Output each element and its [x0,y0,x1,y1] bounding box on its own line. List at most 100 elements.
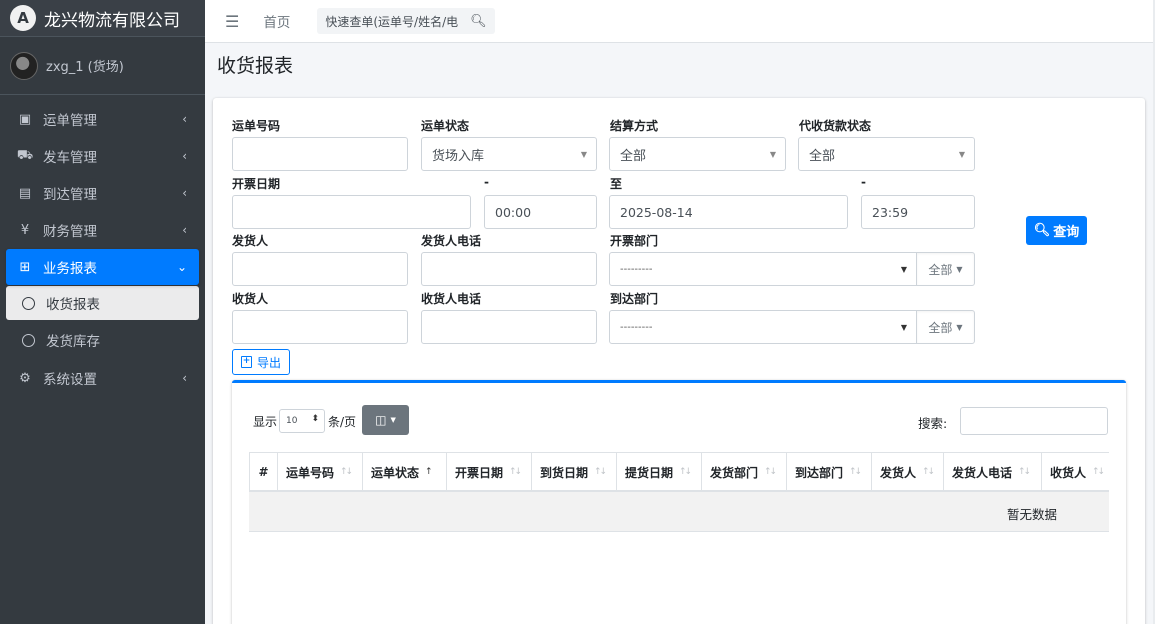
sidebar-item-finance[interactable]: ¥ 财务管理 ‹ [6,212,199,248]
sidebar-item-label: 收货报表 [46,297,100,313]
column-header[interactable]: # [249,453,278,491]
query-button[interactable]: 🔍︎ 查询 [1026,216,1087,245]
quick-search-input[interactable]: 快速查单(运单号/姓名/电 [325,13,458,30]
caret-down-icon: ▼ [390,416,396,424]
waybill-status-value: 货场入库 [432,148,485,164]
sort-icon: ↑↓ [679,467,692,477]
column-header-label: 到达部门 [795,465,844,480]
receiver-label: 收货人 [232,292,269,306]
page-title: 收货报表 [217,55,294,77]
caret-down-icon: ▼ [580,150,587,159]
invoice-start-date-input[interactable] [232,195,471,229]
dolly-icon: ▤ [18,185,32,201]
caret-down-icon: ▼ [956,322,963,332]
sort-icon: ↑↓ [1018,467,1031,477]
date-to-label: 至 [610,177,623,191]
sidebar-item-label: 运单管理 [43,113,97,129]
arrival-dept-all-dropdown[interactable]: 全部 ▼ [916,310,975,344]
sidebar-item-label: 到达管理 [43,187,97,203]
column-visibility-button[interactable]: ◫ ▼ [362,405,409,435]
arrival-dept-select[interactable]: --------- ▼ [609,310,917,344]
sidebar-item-label: 发车管理 [43,150,97,166]
caret-down-icon: ▼ [900,265,907,274]
sidebar-item-waybill[interactable]: ▣ 运单管理 ‹ [6,101,199,137]
column-header[interactable]: 发货人 ↑↓ [872,453,944,491]
sidebar-item-departure[interactable]: ⛟ 发车管理 ‹ [6,138,199,174]
invoice-date-label: 开票日期 [232,177,281,191]
brand[interactable]: A 龙兴物流有限公司 [0,0,205,37]
waybill-no-input[interactable] [232,137,408,171]
date-dash-label: - [484,175,489,189]
sort-icon: ↑↓ [764,467,777,477]
up-down-icon: ⬍ [311,414,319,424]
arrival-dept-label: 到达部门 [610,292,659,306]
menu-toggle-icon[interactable]: ☰ [225,12,239,31]
settlement-select[interactable]: 全部 ▼ [609,137,786,171]
caret-down-icon: ▼ [958,150,965,159]
waybill-status-select[interactable]: 货场入库 ▼ [421,137,597,171]
circle-icon [22,296,35,310]
column-header[interactable]: 开票日期 ↑↓ [447,453,532,491]
sidebar-subitem-receipt-report[interactable]: 收货报表 [6,286,199,320]
invoice-dept-select[interactable]: --------- ▼ [609,252,917,286]
nav-home-link[interactable]: 首页 [263,11,290,31]
user-panel[interactable]: zxg_1 (货场) [0,37,205,95]
sidebar-item-settings[interactable]: ⚙ 系统设置 ‹ [6,360,199,396]
invoice-dept-all-dropdown[interactable]: 全部 ▼ [916,252,975,286]
table-header: # 运单号码 ↑↓ 运单状态 ↑ 开票日期 ↑↓ 到货日期 ↑↓ 提货日期 ↑↓ 发货部门… [249,452,1109,492]
sort-icon: ↑↓ [922,467,935,477]
caret-down-icon: ▼ [900,323,907,332]
column-header[interactable]: 提货日期 ↑↓ [617,453,702,491]
column-header[interactable]: 收货人 ↑↓ [1042,453,1109,491]
caret-down-icon: ▼ [956,264,963,274]
sidebar-item-label: 业务报表 [43,261,97,277]
search-icon[interactable]: 🔍︎ [470,14,487,29]
all-label: 全部 [928,262,953,277]
filter-card: 运单号码 运单状态 货场入库 ▼ 结算方式 全部 ▼ 代收货款状态 全部 ▼ 开… [213,98,1145,624]
column-header[interactable]: 到货日期 ↑↓ [532,453,617,491]
sort-icon: ↑↓ [340,467,353,477]
time-dash-label: - [861,175,866,189]
export-button[interactable]: + 导出 [232,349,290,375]
column-header[interactable]: 运单号码 ↑↓ [278,453,363,491]
cod-status-value: 全部 [809,148,836,164]
export-button-label: 导出 [256,355,281,370]
cod-status-select[interactable]: 全部 ▼ [798,137,975,171]
gear-icon: ⚙ [19,370,31,386]
invoice-dept-value: --------- [620,263,653,275]
clipboard-icon: ▣ [18,111,32,127]
receiver-phone-input[interactable] [421,310,597,344]
chevron-down-icon: ⌄ [176,260,187,274]
sidebar-item-label: 发货库存 [46,334,100,350]
chevron-left-icon: ‹ [182,371,187,385]
receiver-input[interactable] [232,310,408,344]
sender-input[interactable] [232,252,408,286]
page-length-select[interactable]: 10 ⬍ [279,409,325,433]
invoice-end-time-input[interactable]: 23:59 [861,195,975,229]
invoice-end-date-input[interactable]: 2025-08-14 [609,195,848,229]
sidebar-item-arrival[interactable]: ▤ 到达管理 ‹ [6,175,199,211]
top-navbar: ☰ 首页 快速查单(运单号/姓名/电 🔍︎ [205,0,1155,43]
page-length-prefix: 显示 [253,415,278,429]
column-header-label: 到货日期 [540,465,589,480]
sidebar-subitem-shipping-inventory[interactable]: 发货库存 [6,323,199,357]
sort-icon: ↑↓ [594,467,607,477]
caret-down-icon: ▼ [769,150,776,159]
chevron-left-icon: ‹ [182,112,187,126]
column-header[interactable]: 发货部门 ↑↓ [702,453,787,491]
invoice-start-time-input[interactable]: 00:00 [484,195,597,229]
column-header[interactable]: 到达部门 ↑↓ [787,453,872,491]
sidebar-item-reports[interactable]: ⊞ 业务报表 ⌄ [6,249,199,285]
column-header[interactable]: 发货人电话 ↑↓ [944,453,1042,491]
column-header[interactable]: 运单状态 ↑ [363,453,447,491]
chevron-left-icon: ‹ [182,223,187,237]
page-length-suffix: 条/页 [328,415,357,429]
table-card: 显示 10 ⬍ 条/页 ◫ ▼ 搜索: # 运单号码 ↑↓ 运单状态 ↑ 开票日期 ↑… [232,380,1126,624]
quick-search[interactable]: 快速查单(运单号/姓名/电 🔍︎ [317,8,495,34]
sender-phone-input[interactable] [421,252,597,286]
invoice-dept-label: 开票部门 [610,234,659,248]
table-search-input[interactable] [960,407,1108,435]
search-icon: 🔍︎ [1033,223,1051,238]
waybill-no-label: 运单号码 [232,119,281,133]
sender-phone-label: 发货人电话 [421,234,482,248]
